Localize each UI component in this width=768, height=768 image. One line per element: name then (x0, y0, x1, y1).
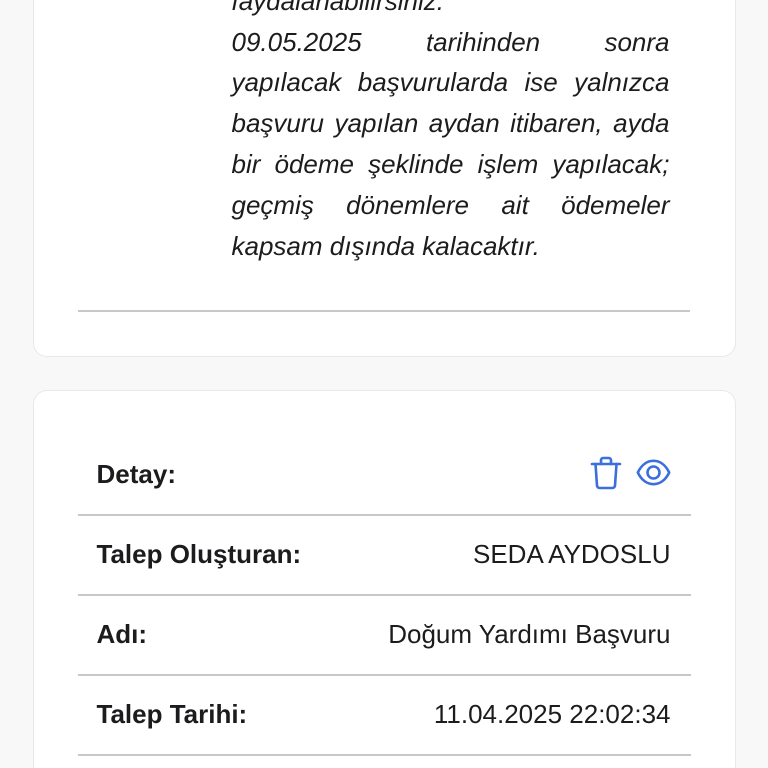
notice-card: faydalanabilirsiniz. 09.05.2025 tarihind… (33, 0, 736, 357)
notice-text: faydalanabilirsiniz. 09.05.2025 tarihind… (232, 0, 670, 266)
name-label: Adı: (96, 619, 148, 649)
request-details-card: Detay: Talep Oluşturan: SEDA AYDOSLU Adı… (33, 390, 736, 768)
requester-row: Talep Oluşturan: SEDA AYDOSLU (77, 516, 691, 596)
request-date-row: Talep Tarihi: 11.04.2025 22:02:34 (77, 676, 691, 756)
divider (77, 310, 690, 312)
trash-icon[interactable] (590, 456, 622, 490)
notice-line: başvuru yapılan aydan itibaren, ayda (231, 108, 670, 139)
notice-line: geçmiş dönemlere ait ödemeler (231, 189, 670, 220)
request-date-value: 11.04.2025 22:02:34 (433, 699, 671, 729)
detail-row: Detay: (77, 436, 691, 516)
requester-value: SEDA AYDOSLU (473, 539, 671, 569)
notice-line: faydalanabilirsiniz. (231, 0, 444, 16)
notice-line: 09.05.2025 tarihinden sonra (231, 26, 670, 57)
requester-label: Talep Oluşturan: (96, 539, 302, 569)
detail-label: Detay: (96, 459, 176, 489)
name-row: Adı: Doğum Yardımı Başvuru (77, 596, 691, 676)
eye-icon[interactable] (636, 459, 671, 486)
request-date-label: Talep Tarihi: (96, 699, 248, 729)
view-button[interactable] (636, 459, 671, 486)
notice-line: bir ödeme şeklinde işlem yapılacak; (231, 149, 670, 179)
detail-actions (590, 456, 671, 490)
notice-line: kapsam dışında kalacaktır. (231, 230, 540, 261)
name-value: Doğum Yardımı Başvuru (388, 619, 671, 649)
notice-line: yapılacak başvurularda ise yalnızca (231, 67, 670, 98)
delete-button[interactable] (590, 456, 622, 490)
